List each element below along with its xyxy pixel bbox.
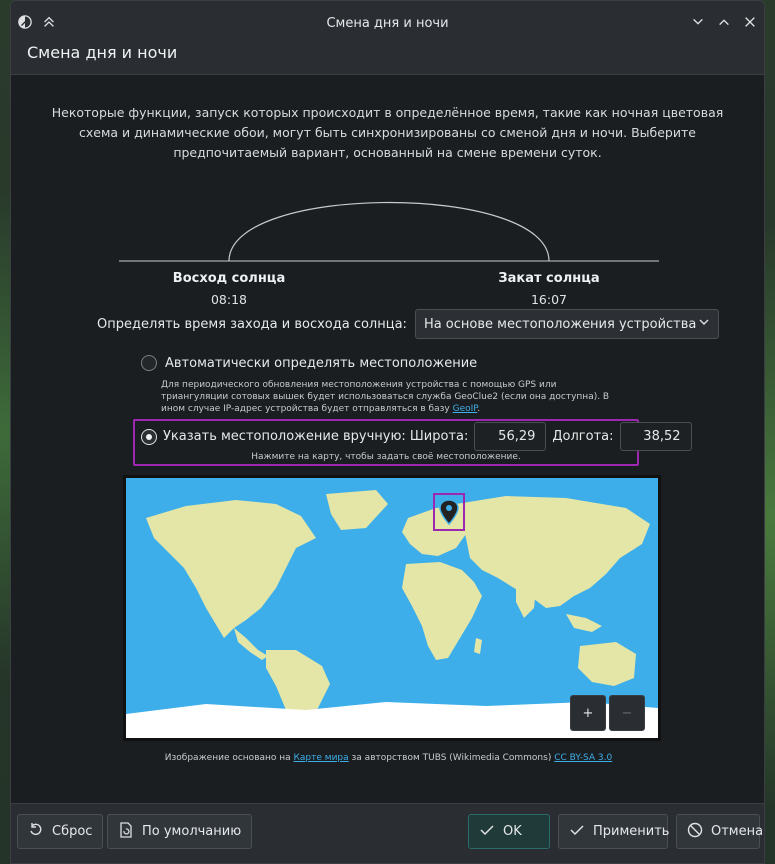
sunrise-block: Восход солнца 08:18 — [149, 271, 309, 307]
cancel-icon — [687, 822, 703, 842]
longitude-field[interactable]: 38,52 — [619, 422, 692, 451]
auto-note-end: . — [477, 404, 481, 414]
auto-location-label[interactable]: Автоматически определять местоположение — [165, 356, 477, 371]
manual-location-row: Указать местоположение вручную: Широта: … — [141, 422, 692, 451]
geoip-link[interactable]: GeoIP — [453, 404, 478, 414]
world-map[interactable]: + − — [123, 475, 661, 741]
ok-label: OK — [503, 824, 522, 839]
auto-location-note: Для периодического обновления местополож… — [161, 379, 621, 415]
defaults-label: По умолчанию — [142, 824, 242, 839]
chevron-down-icon — [698, 316, 710, 332]
app-menu-icon[interactable] — [17, 14, 33, 30]
page-header: Смена дня и ночи — [11, 43, 764, 75]
ok-button[interactable]: OK — [468, 814, 550, 849]
sunset-label: Закат солнца — [498, 271, 600, 286]
description-text: Некоторые функции, запуск которых происх… — [51, 105, 724, 160]
sunrise-label: Восход солнца — [172, 271, 286, 286]
day-arc-graphic — [119, 193, 659, 263]
check-icon — [569, 822, 585, 842]
defaults-button[interactable]: По умолчанию — [107, 814, 253, 849]
minimize-icon[interactable] — [690, 14, 706, 30]
mode-select[interactable]: На основе местоположения устройства — [414, 309, 719, 339]
maximize-icon[interactable] — [716, 14, 732, 30]
title-bar: Смена дня и ночи — [11, 1, 764, 45]
longitude-label: Долгота: — [552, 429, 614, 444]
sunset-block: Закат солнца 16:07 — [469, 271, 629, 307]
manual-location-radio[interactable] — [141, 428, 157, 445]
sunrise-time: 08:18 — [210, 292, 248, 307]
reset-label: Сброс — [52, 824, 93, 839]
check-icon — [479, 822, 495, 842]
reset-button[interactable]: Сброс — [17, 814, 104, 849]
credit-middle: за авторством TUBS (Wikimedia Commons) — [348, 753, 552, 763]
world-map-link[interactable]: Карте мира — [294, 753, 349, 763]
mode-label: Определять время захода и восхода солнца… — [97, 316, 407, 332]
keep-above-icon[interactable] — [41, 14, 57, 30]
license-link[interactable]: CC BY-SA 3.0 — [554, 753, 612, 763]
sunset-time: 16:07 — [530, 292, 568, 307]
page-title: Смена дня и ночи — [27, 43, 178, 62]
zoom-controls: + − — [570, 695, 645, 731]
settings-window: Смена дня и ночи Смена дня и ночи Некото… — [10, 0, 765, 864]
map-credit: Изображение основано на Карте мира за ав… — [11, 753, 764, 763]
map-hint: Нажмите на карту, чтобы задать своё мест… — [251, 452, 521, 462]
window-title: Смена дня и ночи — [326, 15, 449, 31]
credit-prefix: Изображение основано на — [164, 753, 294, 763]
zoom-out-button[interactable]: − — [609, 695, 645, 731]
manual-location-label[interactable]: Указать местоположение вручную: Широта: — [163, 429, 468, 444]
cancel-button[interactable]: Отмена — [676, 814, 764, 849]
footer-bar: Сброс По умолчанию OK Применить Отмена — [11, 803, 764, 863]
auto-note-text: Для периодического обновления местополож… — [161, 380, 610, 414]
apply-label: Применить — [593, 824, 670, 839]
mode-select-value: На основе местоположения устройства — [423, 316, 697, 332]
auto-location-row[interactable]: Автоматически определять местоположение — [141, 355, 477, 371]
mode-row: Определять время захода и восхода солнца… — [97, 309, 719, 339]
apply-button[interactable]: Применить — [558, 814, 670, 849]
zoom-in-button[interactable]: + — [570, 695, 606, 731]
document-restore-icon — [118, 821, 134, 842]
cancel-label: Отмена — [711, 824, 764, 839]
latitude-field[interactable]: 56,29 — [474, 422, 547, 451]
reset-icon — [28, 822, 44, 842]
close-icon[interactable] — [742, 14, 758, 30]
auto-location-radio[interactable] — [141, 355, 157, 371]
